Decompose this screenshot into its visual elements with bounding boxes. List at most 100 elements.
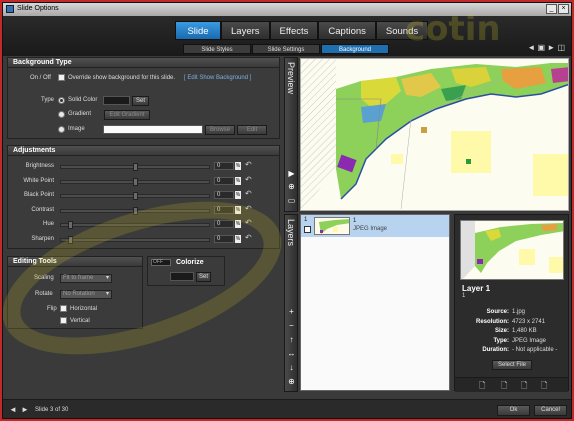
play-icon[interactable]: ▶ — [286, 169, 297, 179]
move-down-icon[interactable]: ↓ — [286, 363, 297, 373]
copy-layer-icon[interactable]: 🗋 — [521, 380, 527, 394]
browse-button[interactable]: Browse — [205, 125, 235, 135]
map-image — [301, 59, 568, 210]
subtab-background[interactable]: Background — [321, 44, 389, 54]
prev-slide-arrow-icon[interactable]: ◄ — [9, 405, 17, 414]
percent-label: % — [235, 234, 241, 243]
rotate-value: No Rotation — [63, 291, 95, 297]
colorize-toggle[interactable]: OFF — [151, 259, 171, 266]
adjustment-slider-thumb[interactable] — [133, 177, 138, 186]
left-panel: Background Type On / Off Override show b… — [7, 57, 280, 392]
adjustment-row: White Point 0% ↶ — [8, 175, 281, 187]
layers-label: Layers — [286, 219, 296, 247]
adjustment-slider-thumb[interactable] — [133, 163, 138, 171]
scaling-value: Fit to frame — [63, 275, 94, 281]
solid-color-set-button[interactable]: Set — [132, 96, 149, 106]
adjustment-slider[interactable] — [60, 235, 210, 244]
next-slide-arrow-icon[interactable]: ► — [21, 405, 29, 414]
slide-preview[interactable] — [300, 58, 569, 211]
adjustment-slider-thumb[interactable] — [133, 206, 138, 215]
tab-sounds[interactable]: Sounds — [375, 21, 429, 40]
flip-horizontal-checkbox[interactable] — [60, 305, 67, 312]
popout-icon[interactable]: ▣ — [537, 43, 545, 52]
adjustment-slider-thumb[interactable] — [68, 221, 74, 229]
header: Slide Layers Effects Captions Sounds Sli… — [3, 16, 571, 56]
image-radio[interactable] — [58, 126, 65, 133]
adjustment-slider[interactable] — [60, 192, 210, 200]
adjustment-slider[interactable] — [60, 206, 210, 215]
adjustment-label: Brightness — [25, 163, 54, 169]
duplicate-layer-icon[interactable]: 🗋 — [541, 380, 547, 394]
cancel-button[interactable]: Cancel — [534, 405, 567, 416]
percent-label: % — [235, 162, 241, 170]
background-type-section: Background Type On / Off Override show b… — [7, 57, 280, 139]
zoom-layer-icon[interactable]: ⊕ — [286, 377, 297, 387]
adjustment-value-input[interactable]: 0 — [214, 205, 234, 214]
next-slide-icon[interactable]: ► — [547, 43, 555, 52]
edit-layer-icon[interactable]: 🗋 — [479, 380, 485, 394]
info-field-value: 4723 x 2741 — [512, 318, 546, 325]
adjustment-slider-thumb[interactable] — [68, 235, 74, 244]
reset-icon[interactable]: ↶ — [245, 175, 252, 184]
flip-vertical-checkbox[interactable] — [60, 317, 67, 324]
fullscreen-icon[interactable]: ▭ — [286, 196, 297, 206]
reset-icon[interactable]: ↶ — [245, 160, 252, 169]
adjustment-slider-thumb[interactable] — [133, 192, 138, 200]
edit-show-background-link[interactable]: [ Edit Show Background ] — [184, 75, 251, 81]
minimize-button[interactable]: _ — [546, 4, 557, 14]
tab-effects[interactable]: Effects — [269, 21, 319, 40]
select-file-button[interactable]: Select File — [492, 360, 532, 370]
reset-icon[interactable]: ↶ — [245, 189, 252, 198]
subtab-slide-settings[interactable]: Slide Settings — [252, 44, 320, 54]
tab-captions[interactable]: Captions — [318, 21, 376, 40]
close-button[interactable]: × — [558, 4, 569, 14]
adjustment-value-input[interactable]: 0 — [214, 176, 234, 185]
adjustment-slider[interactable] — [60, 221, 210, 229]
header-nav-controls: ◄ ▣ ► ◫ — [527, 43, 565, 52]
add-layer-icon[interactable]: + — [286, 307, 297, 317]
solid-color-radio[interactable] — [58, 97, 65, 104]
adjustment-value-input[interactable]: 0 — [214, 220, 234, 228]
prev-slide-icon[interactable]: ◄ — [527, 43, 535, 52]
tab-layers[interactable]: Layers — [221, 21, 270, 40]
adjustment-row: Hue 0% ↶ — [8, 218, 281, 230]
zoom-icon[interactable]: ⊕ — [286, 182, 297, 192]
move-up-icon[interactable]: ↑ — [286, 335, 297, 345]
adjustment-value-input[interactable]: 0 — [214, 234, 234, 243]
image-edit-button[interactable]: Edit — [237, 125, 267, 135]
background-type-header: Background Type — [8, 58, 279, 68]
gradient-label: Gradient — [68, 111, 92, 117]
colorize-swatch[interactable] — [170, 272, 194, 281]
image-path-input[interactable] — [103, 125, 203, 134]
gradient-radio[interactable] — [58, 111, 65, 118]
expand-icon[interactable]: ◫ — [557, 43, 565, 52]
reset-icon[interactable]: ↶ — [245, 204, 252, 213]
scaling-select[interactable]: Fit to frame — [60, 274, 112, 283]
footer: ◄ ► Slide 3 of 30 Ok Cancel — [3, 399, 571, 418]
reset-icon[interactable]: ↶ — [245, 218, 252, 227]
subtab-slide-styles[interactable]: Slide Styles — [183, 44, 251, 54]
override-checkbox[interactable] — [58, 74, 65, 81]
reset-icon[interactable]: ↶ — [245, 233, 252, 242]
info-field-key: Size: — [494, 328, 509, 334]
layer-settings-icon[interactable]: 🗋 — [501, 380, 507, 394]
flip-horizontal-label: Horizontal — [70, 306, 98, 312]
preview-sidebar: Preview ▶ ⊕ ▭ — [284, 57, 298, 212]
layers-sidebar: Layers + − ↑ ↔ ↓ ⊕ — [284, 214, 298, 392]
rotate-select[interactable]: No Rotation — [60, 290, 112, 299]
adjustment-value-input[interactable]: 0 — [214, 191, 234, 199]
layer-info-thumbnail — [460, 220, 564, 280]
tab-slide[interactable]: Slide — [175, 21, 221, 40]
ok-button[interactable]: Ok — [497, 405, 530, 416]
layer-visibility-checkbox[interactable] — [304, 226, 311, 233]
remove-layer-icon[interactable]: − — [286, 321, 297, 331]
adjustment-slider[interactable] — [60, 163, 210, 171]
solid-color-swatch[interactable] — [103, 96, 130, 105]
adjustment-value-input[interactable]: 0 — [214, 162, 234, 170]
info-field-key: Source: — [486, 309, 509, 315]
adjustment-slider[interactable] — [60, 177, 210, 186]
edit-gradient-button[interactable]: Edit Gradient — [104, 110, 150, 120]
layer-row[interactable]: 1 1 JPEG Image — [301, 215, 449, 237]
arrows-expand-icon[interactable]: ↔ — [286, 349, 297, 359]
colorize-set-button[interactable]: Set — [196, 272, 211, 282]
